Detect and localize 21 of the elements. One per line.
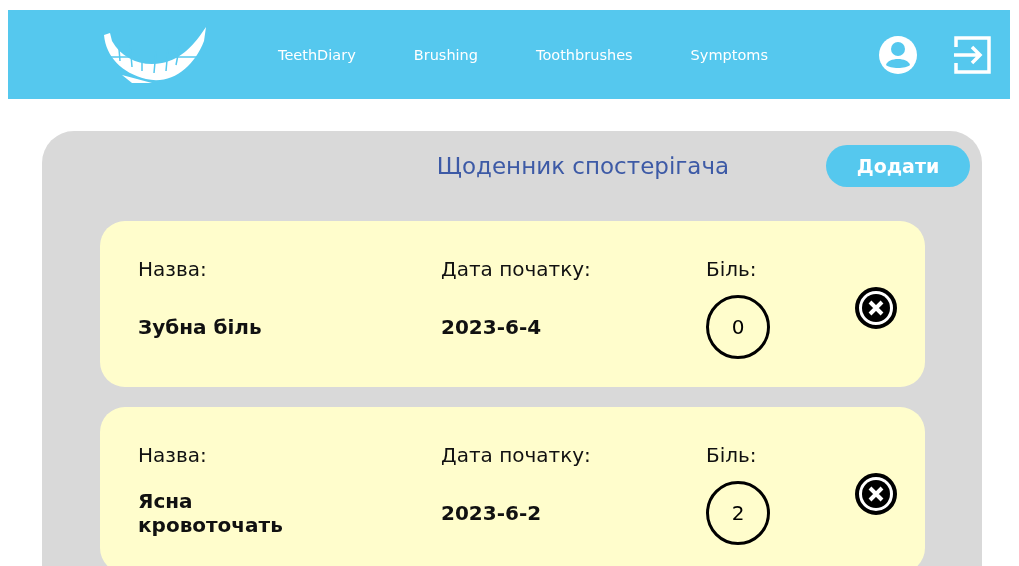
entry-name: Ясна кровоточать <box>138 489 284 537</box>
nav-link[interactable]: Brushing <box>413 46 478 63</box>
date-label: Дата початку: <box>441 443 592 467</box>
name-label: Назва: <box>138 443 208 467</box>
name-label: Назва: <box>138 257 208 281</box>
delete-icon[interactable] <box>855 287 897 329</box>
nav-link[interactable]: Symptoms <box>690 46 768 63</box>
entry-date: 2023-6-4 <box>441 315 543 339</box>
pain-label: Біль: <box>706 257 758 281</box>
nav-link[interactable]: TeethDiary <box>278 46 356 63</box>
entry-date: 2023-6-2 <box>441 501 543 525</box>
logo-icon <box>102 26 206 83</box>
panel-title: Щоденник спостерігача <box>435 153 730 179</box>
delete-icon[interactable] <box>855 473 897 515</box>
entry-name: Зубна біль <box>138 315 263 339</box>
pain-level: 2 <box>706 481 770 545</box>
date-label: Дата початку: <box>441 257 592 281</box>
pain-level: 0 <box>706 295 770 359</box>
nav-link[interactable]: Toothbrushes <box>536 46 633 63</box>
add-button[interactable]: Додати <box>826 145 970 187</box>
pain-label: Біль: <box>706 443 758 467</box>
